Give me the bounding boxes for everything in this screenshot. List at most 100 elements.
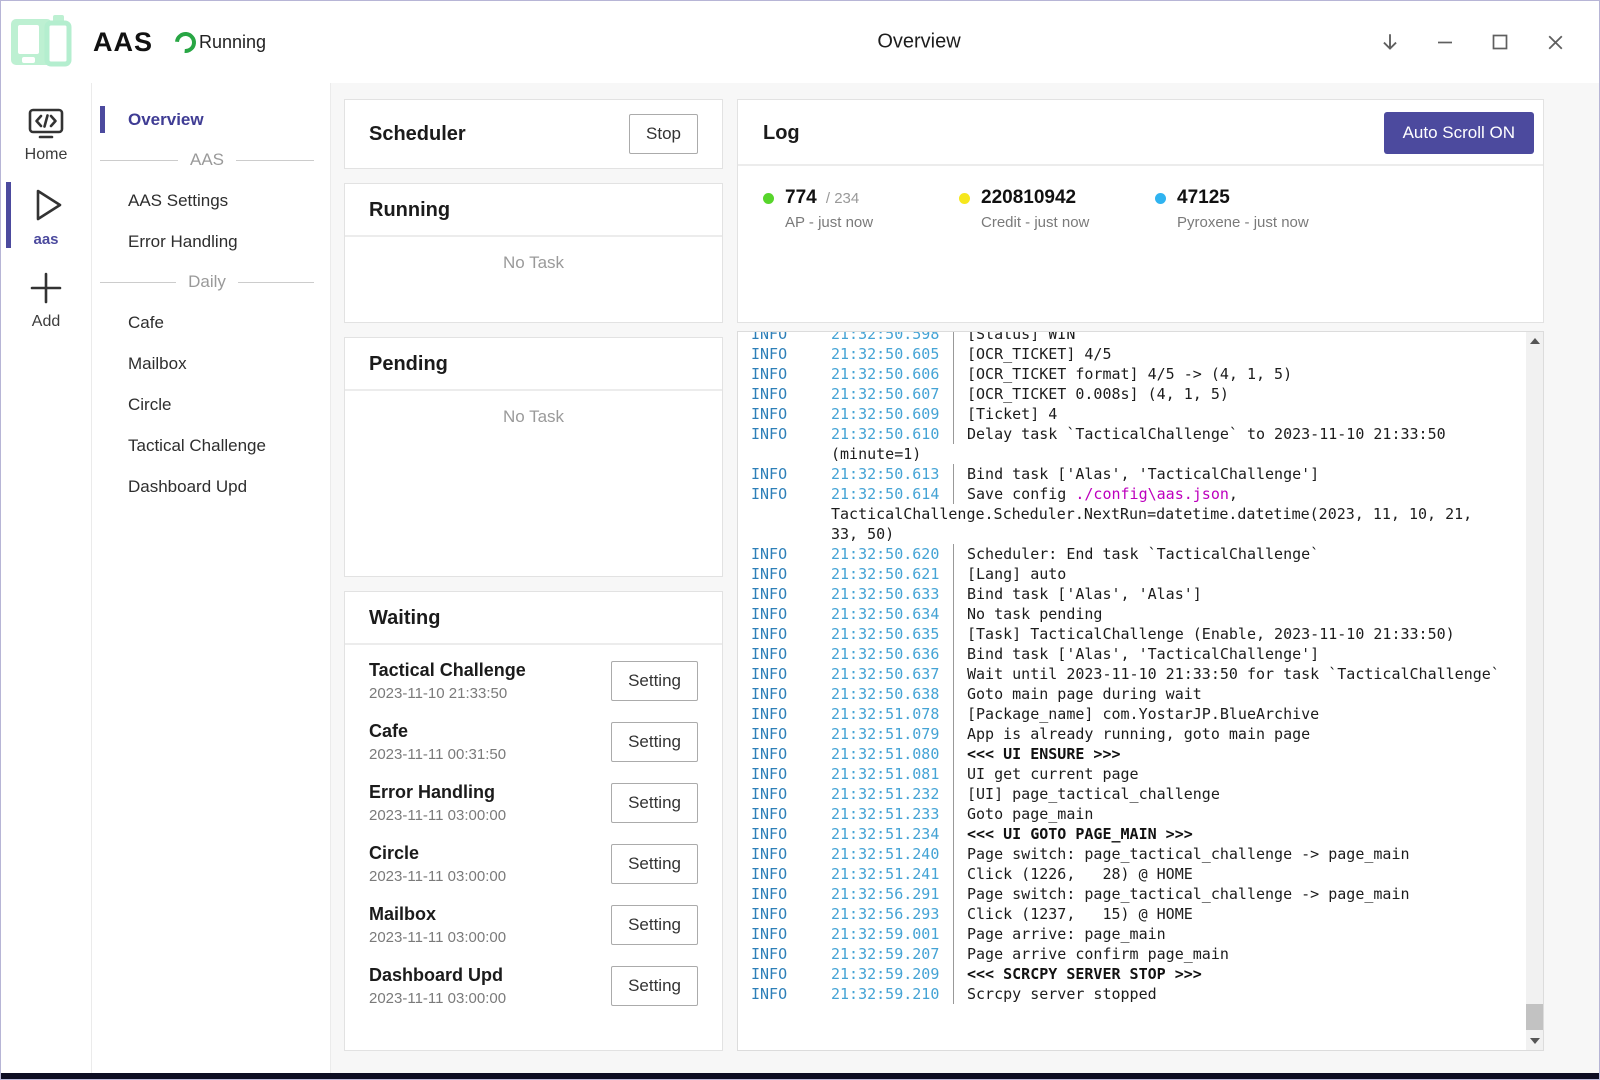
nav-item-label: Overview [128, 110, 204, 130]
nav-item-label: Cafe [128, 313, 164, 333]
task-next-run: 2023-11-11 03:00:00 [369, 807, 506, 824]
log-line: INFO21:32:50.634No task pending [751, 604, 1513, 624]
task-name: Error Handling [369, 782, 506, 803]
close-button[interactable] [1539, 26, 1571, 58]
task-info: Cafe 2023-11-11 00:31:50 [369, 721, 506, 763]
log-line: INFO21:32:50.605[OCR_TICKET] 4/5 [751, 344, 1513, 364]
rail-item-label: aas [33, 231, 58, 248]
running-title: Running [369, 199, 698, 222]
log-line: INFO21:32:50.621[Lang] auto [751, 564, 1513, 584]
icon-rail: Home aas Add [1, 83, 92, 1073]
stat-body: 774 / 234 AP - just now [785, 187, 873, 231]
task-setting-button[interactable]: Setting [611, 783, 698, 823]
log-line-continuation: (minute=1) [751, 444, 1513, 464]
auto-scroll-button[interactable]: Auto Scroll ON [1384, 112, 1534, 154]
nav-item-label: Circle [128, 395, 171, 415]
stat-value: 774 [785, 187, 817, 208]
log-line: INFO21:32:50.598[Status] WIN [751, 331, 1513, 344]
nav-section-label: AAS [190, 150, 224, 170]
stat-item: 774 / 234 AP - just now [763, 187, 959, 231]
nav-item-label: AAS Settings [128, 191, 228, 211]
stat-value-row: 220810942 [981, 190, 1076, 207]
running-spinner-icon [171, 27, 201, 57]
task-setting-button[interactable]: Setting [611, 722, 698, 762]
nav-item-cafe[interactable]: Cafe [92, 302, 330, 343]
nav-item-circle[interactable]: Circle [92, 384, 330, 425]
log-line: INFO21:32:50.638Goto main page during wa… [751, 684, 1513, 704]
nav-item-dashboard-upd[interactable]: Dashboard Upd [92, 466, 330, 507]
nav-list: Overview AAS AAS SettingsError Handling … [92, 99, 330, 507]
nav-section-divider: AAS [92, 140, 330, 180]
app-logo-icon [9, 12, 75, 72]
task-setting-button[interactable]: Setting [611, 905, 698, 945]
nav-item-label: Dashboard Upd [128, 477, 247, 497]
log-card: Log Auto Scroll ON 774 / 234 AP - just n… [737, 99, 1544, 323]
task-name: Dashboard Upd [369, 965, 506, 986]
rail-item-home[interactable]: Home [1, 99, 91, 170]
stat-label: Credit - just now [981, 214, 1089, 231]
log-line: INFO21:32:59.209<<< SCRCPY SERVER STOP >… [751, 964, 1513, 984]
log-view: INFO21:32:50.598[Status] WININFO21:32:50… [737, 331, 1544, 1051]
scrollbar-thumb[interactable] [1526, 1004, 1543, 1030]
log-line: INFO21:32:50.636Bind task ['Alas', 'Tact… [751, 644, 1513, 664]
scheduler-card: Scheduler Stop [344, 99, 723, 169]
stop-button[interactable]: Stop [629, 114, 698, 154]
window-content: Home aas Add Overview AAS AAS Settings Er… [1, 83, 1599, 1073]
scroll-down-button[interactable] [1526, 1032, 1543, 1050]
stat-dot-icon [1155, 193, 1166, 204]
window-controls [1351, 26, 1571, 58]
waiting-title: Waiting [369, 607, 698, 630]
stat-value: 47125 [1177, 187, 1230, 208]
nav-item-overview[interactable]: Overview [92, 99, 330, 140]
task-setting-button[interactable]: Setting [611, 844, 698, 884]
task-setting-button[interactable]: Setting [611, 966, 698, 1006]
nav-section-label: Daily [188, 272, 226, 292]
task-name: Tactical Challenge [369, 660, 526, 681]
divider-line [100, 160, 178, 161]
nav-item-tactical-challenge[interactable]: Tactical Challenge [92, 425, 330, 466]
scheduler-title: Scheduler [369, 123, 466, 146]
pending-title: Pending [369, 353, 698, 376]
log-line: INFO21:32:50.607[OCR_TICKET 0.008s] (4, … [751, 384, 1513, 404]
task-next-run: 2023-11-10 21:33:50 [369, 685, 526, 702]
task-name: Circle [369, 843, 506, 864]
waiting-task-list: Tactical Challenge 2023-11-10 21:33:50 S… [345, 645, 722, 1016]
waiting-card: Waiting Tactical Challenge 2023-11-10 21… [344, 591, 723, 1051]
home-monitor-code-icon [27, 107, 65, 141]
hide-to-tray-button[interactable] [1374, 26, 1406, 58]
divider-line [100, 282, 176, 283]
log-lines: INFO21:32:50.598[Status] WININFO21:32:50… [738, 331, 1543, 1004]
running-card: Running No Task [344, 183, 723, 323]
log-line: INFO21:32:51.241Click (1226, 28) @ HOME [751, 864, 1513, 884]
nav-section-divider: Daily [92, 262, 330, 302]
task-info: Mailbox 2023-11-11 03:00:00 [369, 904, 506, 946]
plus-icon [26, 268, 66, 308]
log-line: INFO21:32:50.614Save config ./config\aas… [751, 484, 1513, 504]
minimize-button[interactable] [1429, 26, 1461, 58]
log-line: INFO21:32:51.081UI get current page [751, 764, 1513, 784]
rail-item-label: Add [32, 313, 60, 331]
rail-item-aas[interactable]: aas [1, 176, 91, 254]
stat-item: 220810942 Credit - just now [959, 187, 1155, 231]
running-empty-text: No Task [345, 253, 722, 273]
stat-dot-icon [763, 193, 774, 204]
log-scrollbar[interactable] [1526, 332, 1543, 1050]
rail-item-add[interactable]: Add [1, 260, 91, 337]
nav-item-aas-settings[interactable]: AAS Settings [92, 180, 330, 221]
nav-item-label: Error Handling [128, 232, 238, 252]
task-info: Tactical Challenge 2023-11-10 21:33:50 [369, 660, 526, 702]
log-line: INFO21:32:56.291Page switch: page_tactic… [751, 884, 1513, 904]
task-setting-button[interactable]: Setting [611, 661, 698, 701]
task-info: Error Handling 2023-11-11 03:00:00 [369, 782, 506, 824]
task-info: Dashboard Upd 2023-11-11 03:00:00 [369, 965, 506, 1007]
scroll-up-button[interactable] [1526, 332, 1543, 350]
main-area: Scheduler Stop Running No Task Pending N… [331, 83, 1599, 1073]
log-line: INFO21:32:59.207Page arrive confirm page… [751, 944, 1513, 964]
nav-item-error-handling[interactable]: Error Handling [92, 221, 330, 262]
log-line: INFO21:32:51.078[Package_name] com.Yosta… [751, 704, 1513, 724]
stat-dot-icon [959, 193, 970, 204]
maximize-button[interactable] [1484, 26, 1516, 58]
log-line: INFO21:32:50.610Delay task `TacticalChal… [751, 424, 1513, 444]
nav-item-mailbox[interactable]: Mailbox [92, 343, 330, 384]
rail-item-label: Home [25, 146, 68, 164]
